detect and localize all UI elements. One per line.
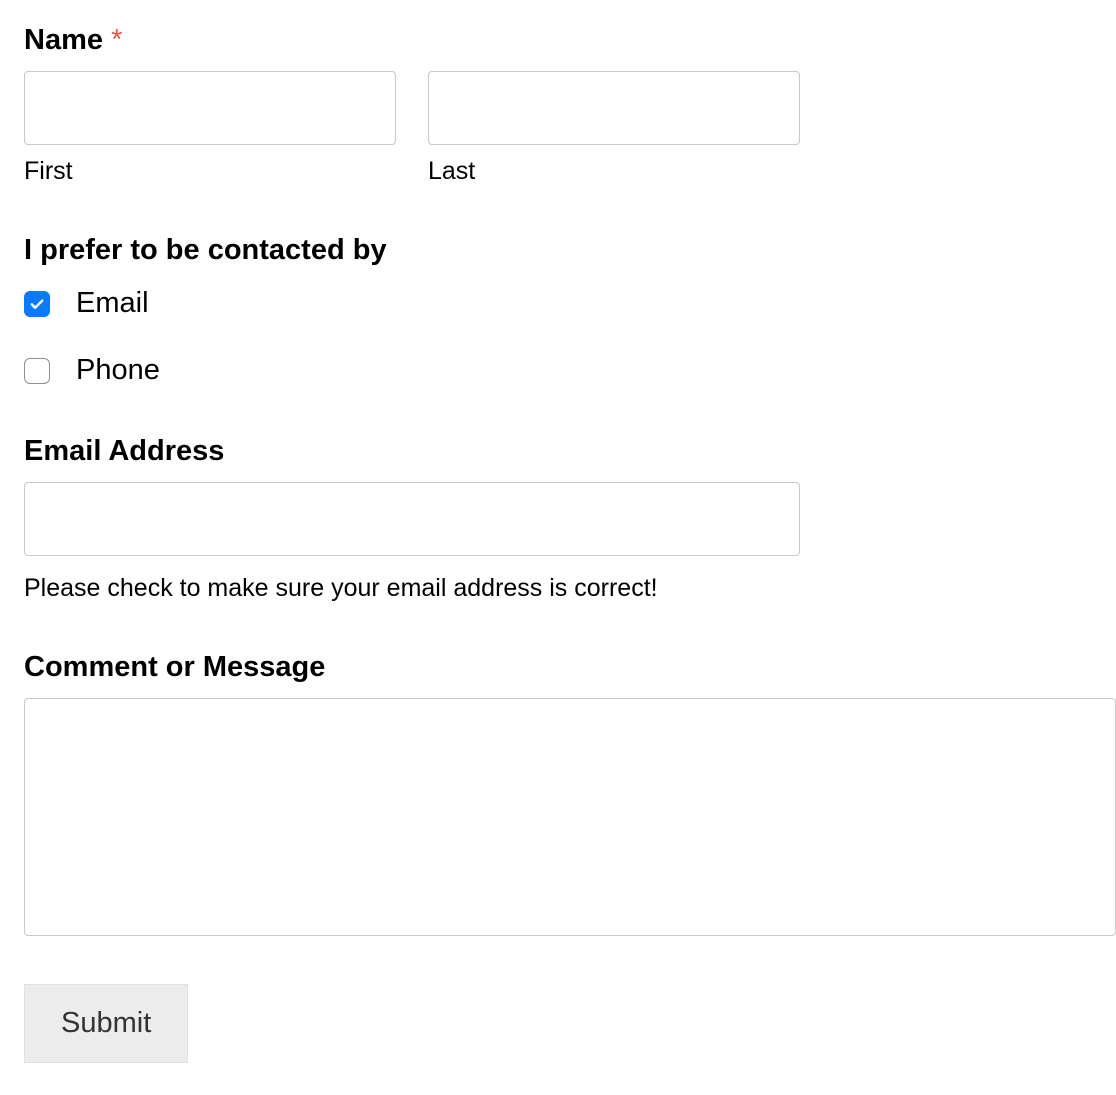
first-name-sublabel: First xyxy=(24,157,396,186)
email-field-group: Email Address Please check to make sure … xyxy=(24,435,1092,603)
contact-pref-list: Email Phone xyxy=(24,287,1092,387)
email-helper-text: Please check to make sure your email add… xyxy=(24,574,1092,603)
last-name-sublabel: Last xyxy=(428,157,800,186)
email-input[interactable] xyxy=(24,482,800,556)
checkbox-label-email: Email xyxy=(76,287,149,320)
email-label: Email Address xyxy=(24,435,1092,468)
checkbox-phone[interactable] xyxy=(24,358,50,384)
contact-pref-label: I prefer to be contacted by xyxy=(24,234,1092,267)
first-name-col: First xyxy=(24,71,396,186)
first-name-input[interactable] xyxy=(24,71,396,145)
name-row: First Last xyxy=(24,71,1092,186)
checkbox-label-phone: Phone xyxy=(76,354,160,387)
contact-pref-field-group: I prefer to be contacted by Email Phone xyxy=(24,234,1092,387)
name-label: Name * xyxy=(24,24,1092,57)
contact-form: Name * First Last I prefer to be contact… xyxy=(24,24,1092,1063)
required-asterisk: * xyxy=(111,24,122,56)
name-label-text: Name xyxy=(24,24,103,56)
last-name-col: Last xyxy=(428,71,800,186)
comment-textarea[interactable] xyxy=(24,698,1116,936)
name-field-group: Name * First Last xyxy=(24,24,1092,186)
comment-field-group: Comment or Message xyxy=(24,651,1092,936)
checkbox-email[interactable] xyxy=(24,291,50,317)
last-name-input[interactable] xyxy=(428,71,800,145)
contact-pref-option-email[interactable]: Email xyxy=(24,287,1092,320)
comment-label: Comment or Message xyxy=(24,651,1092,684)
contact-pref-option-phone[interactable]: Phone xyxy=(24,354,1092,387)
checkmark-icon xyxy=(28,295,46,313)
submit-button[interactable]: Submit xyxy=(24,984,188,1063)
